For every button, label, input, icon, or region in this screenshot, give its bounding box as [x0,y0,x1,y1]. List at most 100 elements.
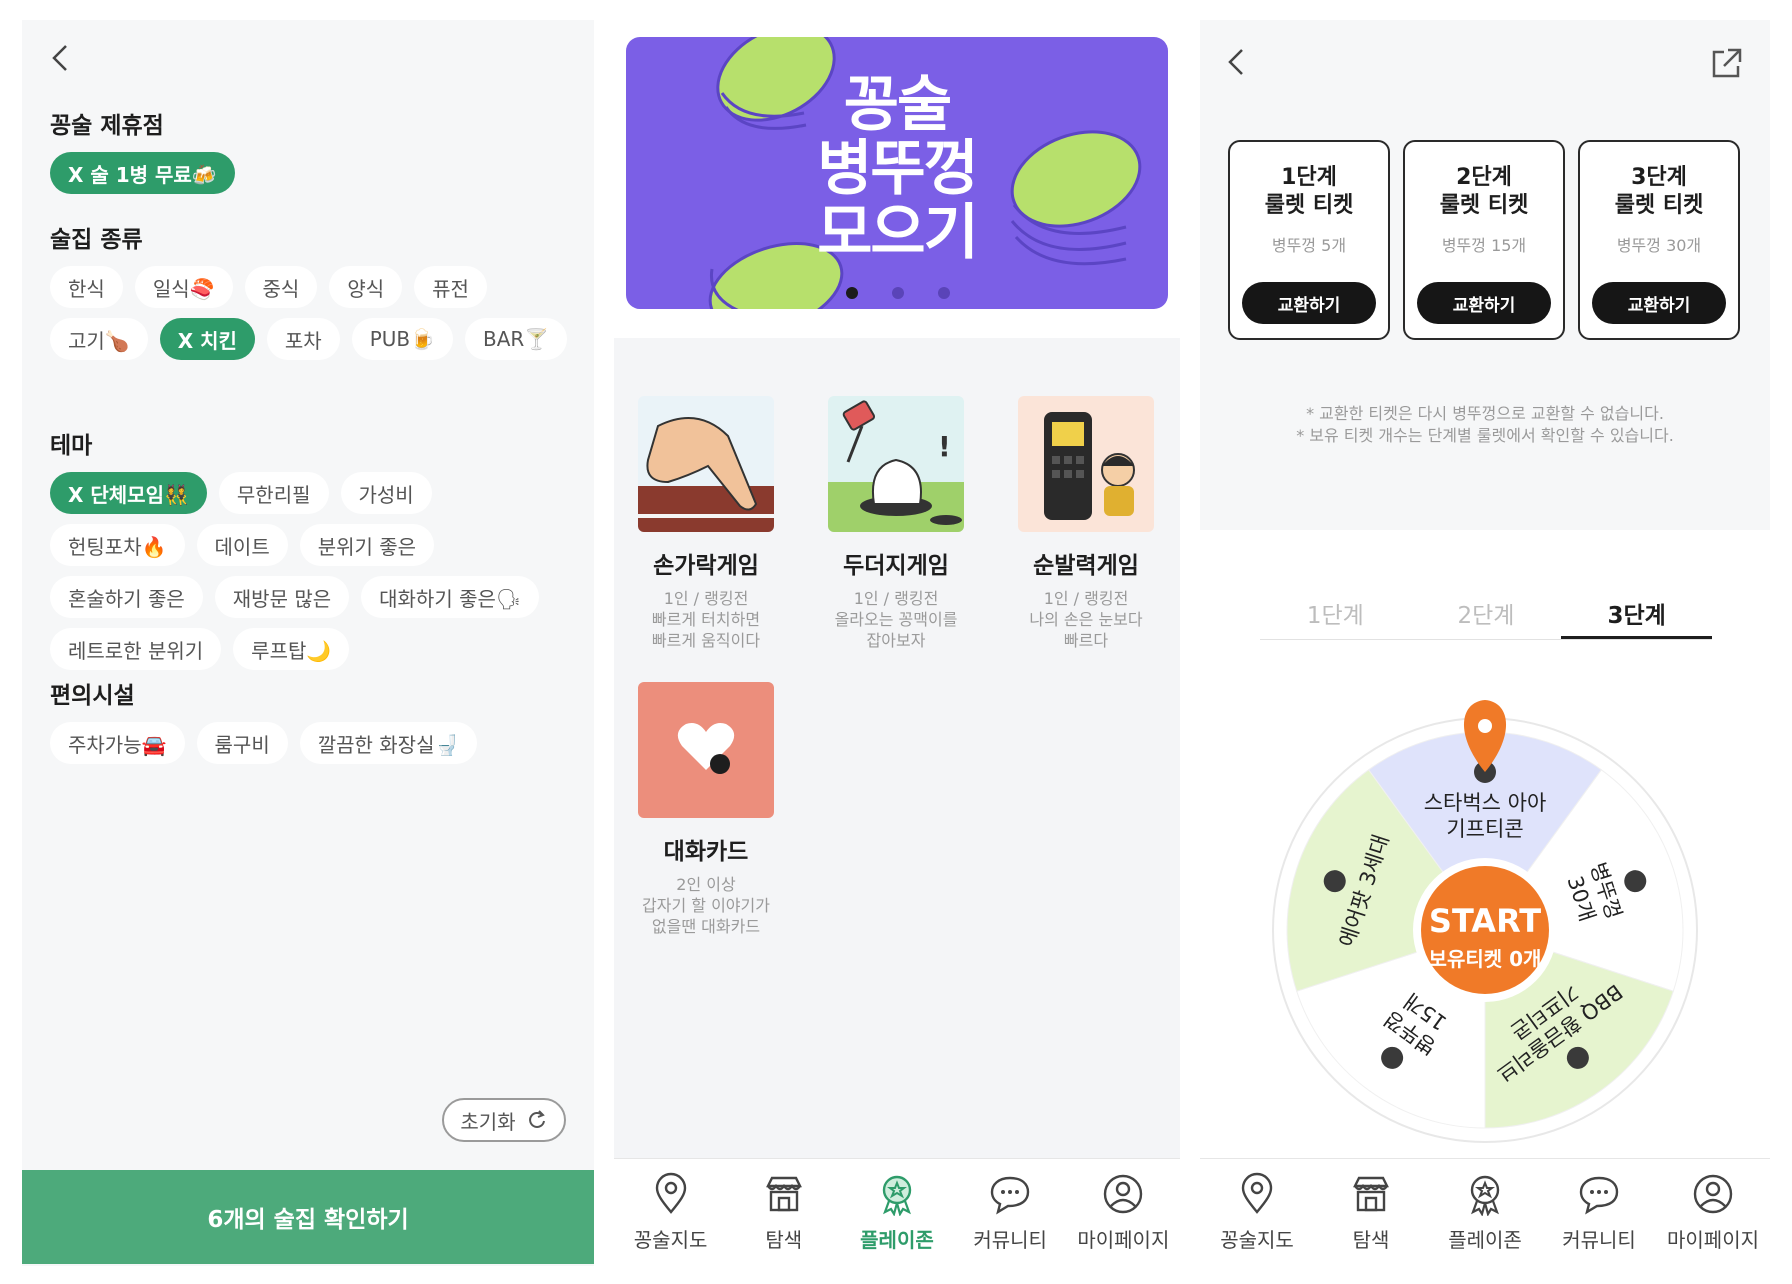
ticket-card: 3단계 룰렛 티켓 병뚜껑 30개 교환하기 [1578,140,1740,340]
section-title-theme: 테마 [50,433,93,459]
filter-chip[interactable]: 깔끔한 화장실🚽 [299,722,478,764]
game-desc: 1인 / 랭킹전 나의 손은 눈보다 빠르다 [1029,589,1143,650]
nav-tab[interactable]: 플레이존 [842,1172,952,1253]
page-dot[interactable] [892,287,904,299]
nav-tab[interactable]: 마이페이지 [1068,1172,1178,1253]
banner-line-3: 모으기 [817,198,979,268]
ticket-note: * 보유 티켓 개수는 단계별 룰렛에서 확인할 수 있습니다. [1296,426,1674,445]
prize-text: 기프티콘 [1446,817,1523,841]
playzone-screen: 꽁술 병뚜껑 모으기 손가락게임 1인 / 랭킹전 빠르게 터치하면 빠르게 움… [614,20,1180,1266]
reset-button[interactable]: 초기화 [442,1098,566,1142]
filter-chip[interactable]: 헌팅포차🔥 [50,524,185,566]
badge-icon [882,1175,912,1216]
nav-tab[interactable]: 꽁술지도 [616,1172,726,1253]
ticket-stage: 3단계 [1631,165,1687,190]
phone-icon [1018,396,1154,532]
chips-type: 한식 일식🍣 중식 양식 퓨전고기🍗 X 치킨 포차 PUB🍺 BAR🍸 [50,266,570,360]
tab-stage-3[interactable]: 3단계 [1561,590,1713,639]
finger-icon [638,396,774,532]
filter-chip[interactable]: 양식 [329,266,403,308]
bottom-nav: 꽁술지도 탐색 플레이존 커뮤니티 마이페이지 [614,1158,1180,1266]
tab-stage-2[interactable]: 2단계 [1411,590,1562,639]
exchange-button[interactable]: 교환하기 [1592,282,1726,324]
map-pin-icon [655,1172,686,1214]
nav-label: 꽁술지도 [1220,1228,1294,1252]
filter-chip[interactable]: BAR🍸 [465,318,568,360]
nav-tab[interactable]: 커뮤니티 [1544,1172,1654,1253]
share-icon[interactable] [1708,46,1744,82]
page-dot[interactable] [846,287,858,299]
chat-icon [990,1176,1030,1215]
ticket-cost: 병뚜껑 5개 [1271,236,1347,255]
roulette-screen: 1단계 룰렛 티켓 병뚜껑 5개 교환하기 2단계 룰렛 티켓 병뚜껑 15개 … [1200,20,1770,1266]
nav-label: 탐색 [1352,1228,1390,1252]
ticket-count: 보유티켓 0개 [1429,947,1542,971]
nav-tab[interactable]: 탐색 [729,1172,839,1253]
chips-facility: 주차가능🚘 룸구비 깔끔한 화장실🚽 [50,722,570,764]
back-button[interactable] [1222,42,1252,82]
nav-tab[interactable]: 마이페이지 [1658,1172,1768,1253]
nav-tab[interactable]: 꽁술지도 [1202,1172,1312,1253]
exchange-button[interactable]: 교환하기 [1417,282,1551,324]
game-card-finger[interactable]: 손가락게임 1인 / 랭킹전 빠르게 터치하면 빠르게 움직이다 [614,396,798,651]
ticket-kind: 룰렛 티켓 [1614,193,1704,218]
filter-chip-selected[interactable]: X 술 1병 무료🍻 [50,152,235,194]
filter-chip[interactable]: 재방문 많은 [214,576,350,618]
nav-tab[interactable]: 커뮤니티 [955,1172,1065,1253]
confirm-button[interactable]: 6개의 술집 확인하기 [22,1170,594,1264]
banner[interactable]: 꽁술 병뚜껑 모으기 [626,37,1168,309]
nav-tab[interactable]: 탐색 [1316,1172,1426,1253]
filter-chip[interactable]: 레트로한 분위기 [50,628,222,670]
filter-chip[interactable]: PUB🍺 [351,318,454,360]
filter-chip[interactable]: 고기🍗 [50,318,148,360]
prize-text: 스타벅스 아아 [1424,791,1547,815]
filter-chip[interactable]: 혼술하기 좋은 [50,576,203,618]
section-title-type: 술집 종류 [50,227,143,253]
badge-icon [1470,1175,1500,1216]
filter-chip[interactable]: 일식🍣 [134,266,233,308]
game-desc: 1인 / 랭킹전 빠르게 터치하면 빠르게 움직이다 [651,589,761,650]
chips-theme: X 단체모임👯 무한리필 가성비헌팅포차🔥 데이트 분위기 좋은혼술하기 좋은 재방문 많… [50,472,570,670]
game-card-reflex[interactable]: 순발력게임 1인 / 랭킹전 나의 손은 눈보다 빠르다 [994,396,1178,651]
filter-chip[interactable]: 중식 [244,266,318,308]
filter-chip[interactable]: 한식 [50,266,123,308]
back-button[interactable] [46,38,76,78]
filter-chip-selected[interactable]: X 단체모임👯 [50,472,207,514]
game-card-talk[interactable]: 대화카드 2인 이상 갑자기 할 이야기가 없을땐 대화카드 [614,682,798,937]
filter-chip[interactable]: 퓨전 [414,266,487,308]
chips-partner: X 술 1병 무료🍻 [50,152,570,194]
ticket-card: 2단계 룰렛 티켓 병뚜껑 15개 교환하기 [1403,140,1565,340]
filter-chip[interactable]: 분위기 좋은 [299,524,435,566]
reset-label: 초기화 [460,1109,516,1134]
banner-line-2: 병뚜껑 [817,134,979,204]
user-icon [1104,1174,1143,1214]
ticket-cost: 병뚜껑 30개 [1616,236,1702,255]
filter-chip[interactable]: 룸구비 [196,722,288,764]
roulette-wheel[interactable]: 스타벅스 아아기프티콘병뚜껑30개BBQ 황금올리브기프티콘병뚜껑15개에어팟 … [1200,680,1770,1180]
section-title-facility: 편의시설 [50,683,135,709]
nav-tab[interactable]: 플레이존 [1430,1172,1540,1253]
svg-text:!: ! [938,430,951,463]
tab-stage-1[interactable]: 1단계 [1260,590,1411,639]
page-dot[interactable] [938,287,950,299]
filter-chip[interactable]: 가성비 [340,472,432,514]
filter-screen: 꽁술 제휴점 X 술 1병 무료🍻 술집 종류 한식 일식🍣 중식 양식 퓨전 고기🍗 X … [22,20,594,1266]
game-card-mole[interactable]: ! 두더지게임 1인 / 랭킹전 올라오는 꽁맥이를 잡아보자 [804,396,988,651]
ticket-title: 2단계 룰렛 티켓 [1405,164,1563,220]
game-name: 순발력게임 [1033,553,1139,579]
heart-bubble-icon [638,682,774,818]
filter-chip[interactable]: 루프탑🌙 [233,628,350,670]
filter-chip[interactable]: 무한리필 [218,472,329,514]
exchange-note: * 교환한 티켓은 다시 병뚜껑으로 교환할 수 없습니다. [1306,404,1664,423]
ticket-title: 1단계 룰렛 티켓 [1230,164,1388,220]
filter-chip-selected[interactable]: X 치킨 [159,318,255,360]
nav-label: 플레이존 [860,1228,934,1252]
ticket-stage: 1단계 [1281,165,1337,190]
filter-chip[interactable]: 포차 [266,318,340,360]
filter-chip[interactable]: 대화하기 좋은🗣 [361,576,540,618]
filter-chip[interactable]: 주차가능🚘 [50,722,185,764]
filter-chip[interactable]: 데이트 [196,524,288,566]
exchange-button[interactable]: 교환하기 [1242,282,1376,324]
nav-label: 플레이존 [1448,1228,1522,1252]
ticket-title: 3단계 룰렛 티켓 [1580,164,1738,220]
